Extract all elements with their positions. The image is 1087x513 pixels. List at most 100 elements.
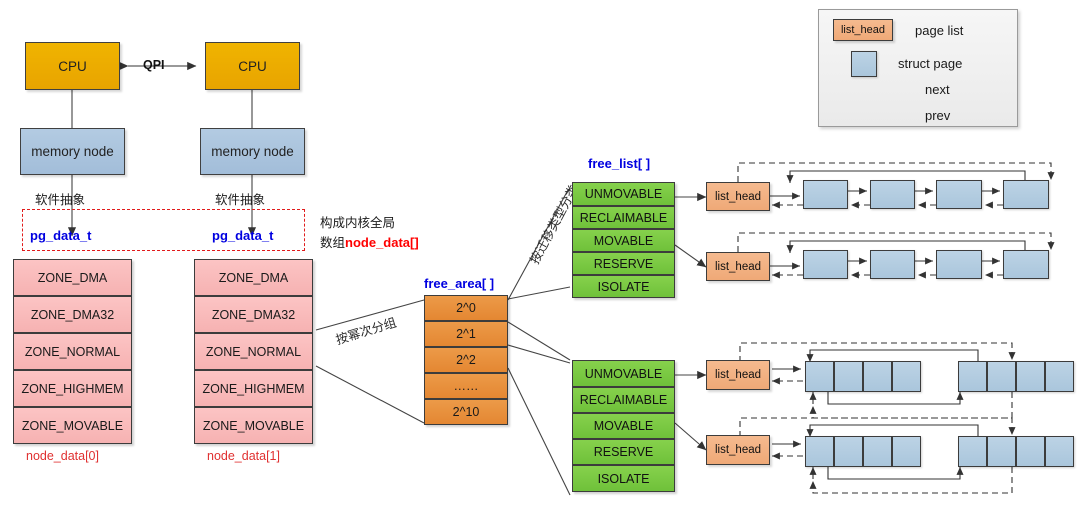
free-area-stack: 2^0 2^1 2^2 …… 2^10	[424, 295, 508, 425]
cpu-label: CPU	[58, 58, 87, 74]
zone-cell[interactable]: ZONE_DMA	[13, 259, 132, 296]
qpi-label: QPI	[143, 58, 165, 72]
global-array-note-code: node_data[]	[345, 235, 419, 250]
struct-page-cell[interactable]	[1016, 436, 1045, 467]
struct-page-group	[958, 361, 1074, 392]
node-data-label-0: node_data[0]	[26, 449, 99, 463]
migrate-type-cell[interactable]: RESERVE	[572, 439, 675, 465]
struct-page-cell[interactable]	[834, 361, 863, 392]
struct-page-box[interactable]	[936, 180, 982, 209]
zone-label: ZONE_DMA32	[211, 307, 296, 322]
migrate-type-label: UNMOVABLE	[584, 187, 663, 201]
struct-page-cell[interactable]	[958, 361, 987, 392]
zone-label: ZONE_DMA	[218, 270, 289, 285]
struct-page-cell[interactable]	[834, 436, 863, 467]
list-head-box[interactable]: list_head	[706, 360, 770, 390]
global-array-note-line1: 构成内核全局	[320, 216, 396, 230]
zone-cell[interactable]: ZONE_NORMAL	[194, 333, 313, 370]
free-area-cell[interactable]: 2^0	[424, 295, 508, 321]
struct-page-cell[interactable]	[987, 436, 1016, 467]
global-array-note-line2: 数组node_data[]	[320, 232, 419, 252]
migrate-type-label: UNMOVABLE	[584, 366, 663, 381]
zone-label: ZONE_NORMAL	[205, 344, 302, 359]
free-area-cell[interactable]: 2^10	[424, 399, 508, 425]
struct-page-cell[interactable]	[863, 436, 892, 467]
zone-label: ZONE_HIGHMEM	[202, 381, 305, 396]
struct-page-box[interactable]	[1003, 250, 1049, 279]
legend-list-head-swatch-label: list_head	[840, 24, 886, 36]
zone-cell[interactable]: ZONE_DMA32	[13, 296, 132, 333]
free-area-cell[interactable]: 2^2	[424, 347, 508, 373]
struct-page-cell[interactable]	[958, 436, 987, 467]
legend-label-struct-page: struct page	[898, 56, 963, 71]
free-area-title: free_area[ ]	[424, 276, 495, 291]
struct-page-box[interactable]	[936, 250, 982, 279]
list-head-box[interactable]: list_head	[706, 435, 770, 465]
migrate-type-cell[interactable]: UNMOVABLE	[572, 182, 675, 206]
struct-page-group	[805, 436, 921, 467]
list-head-box[interactable]: list_head	[706, 252, 770, 281]
free-list-stack-lower: UNMOVABLE RECLAIMABLE MOVABLE RESERVE IS…	[572, 360, 675, 492]
global-array-note-prefix: 数组	[320, 236, 346, 250]
zone-label: ZONE_MOVABLE	[21, 418, 124, 433]
zone-cell[interactable]: ZONE_DMA32	[194, 296, 313, 333]
list-head-box[interactable]: list_head	[706, 182, 770, 211]
struct-page-box[interactable]	[870, 180, 915, 209]
memory-node-label: memory node	[211, 144, 294, 159]
migrate-type-cell[interactable]: UNMOVABLE	[572, 360, 675, 387]
zone-label: ZONE_HIGHMEM	[21, 381, 124, 396]
struct-page-cell[interactable]	[892, 361, 921, 392]
zone-cell[interactable]: ZONE_MOVABLE	[13, 407, 132, 444]
legend-label-next: next	[925, 82, 950, 97]
struct-page-box[interactable]	[870, 250, 915, 279]
zone-cell[interactable]: ZONE_NORMAL	[13, 333, 132, 370]
migrate-type-cell[interactable]: RECLAIMABLE	[572, 387, 675, 413]
migrate-type-label: RECLAIMABLE	[579, 210, 668, 225]
free-area-order-label: 2^10	[452, 405, 480, 419]
migrate-type-cell[interactable]: ISOLATE	[572, 465, 675, 492]
zone-cell[interactable]: ZONE_DMA	[194, 259, 313, 296]
migrate-type-label: ISOLATE	[597, 471, 650, 486]
migrate-type-label: RESERVE	[593, 445, 654, 459]
zone-cell[interactable]: ZONE_HIGHMEM	[13, 370, 132, 407]
free-list-stack-upper: UNMOVABLE RECLAIMABLE MOVABLE RESERVE IS…	[572, 182, 675, 298]
struct-page-cell[interactable]	[863, 361, 892, 392]
legend-list-head-swatch: list_head	[833, 19, 893, 41]
zone-label: ZONE_NORMAL	[24, 344, 121, 359]
zone-cell[interactable]: ZONE_HIGHMEM	[194, 370, 313, 407]
struct-page-group	[958, 436, 1074, 467]
migrate-type-cell[interactable]: RECLAIMABLE	[572, 206, 675, 229]
struct-page-cell[interactable]	[805, 361, 834, 392]
migrate-type-cell[interactable]: MOVABLE	[572, 229, 675, 252]
memory-node-box-0[interactable]: memory node	[20, 128, 125, 175]
memory-node-label: memory node	[31, 144, 114, 159]
migrate-type-cell[interactable]: ISOLATE	[572, 275, 675, 298]
free-area-cell[interactable]: ……	[424, 373, 508, 399]
migrate-type-label: MOVABLE	[593, 233, 654, 248]
migrate-type-label: RECLAIMABLE	[579, 393, 668, 407]
struct-page-box[interactable]	[803, 250, 848, 279]
zone-cell[interactable]: ZONE_MOVABLE	[194, 407, 313, 444]
struct-page-cell[interactable]	[1045, 436, 1074, 467]
zone-label: ZONE_MOVABLE	[202, 418, 305, 433]
migrate-type-cell[interactable]: RESERVE	[572, 252, 675, 275]
free-area-cell[interactable]: 2^1	[424, 321, 508, 347]
free-list-title: free_list[ ]	[588, 156, 651, 171]
struct-page-box[interactable]	[1003, 180, 1049, 209]
zone-label: ZONE_DMA	[37, 270, 108, 285]
migrate-type-label: RESERVE	[593, 256, 654, 271]
cpu-box-0[interactable]: CPU	[25, 42, 120, 90]
struct-page-cell[interactable]	[892, 436, 921, 467]
cpu-box-1[interactable]: CPU	[205, 42, 300, 90]
zone-stack-0: ZONE_DMA ZONE_DMA32 ZONE_NORMAL ZONE_HIG…	[13, 259, 132, 444]
cpu-label: CPU	[238, 58, 267, 74]
node-data-label-1: node_data[1]	[207, 449, 280, 463]
memory-node-box-1[interactable]: memory node	[200, 128, 305, 175]
migrate-type-cell[interactable]: MOVABLE	[572, 413, 675, 439]
migrate-type-label: MOVABLE	[593, 419, 654, 433]
struct-page-box[interactable]	[803, 180, 848, 209]
struct-page-cell[interactable]	[1016, 361, 1045, 392]
struct-page-cell[interactable]	[805, 436, 834, 467]
struct-page-cell[interactable]	[987, 361, 1016, 392]
struct-page-cell[interactable]	[1045, 361, 1074, 392]
